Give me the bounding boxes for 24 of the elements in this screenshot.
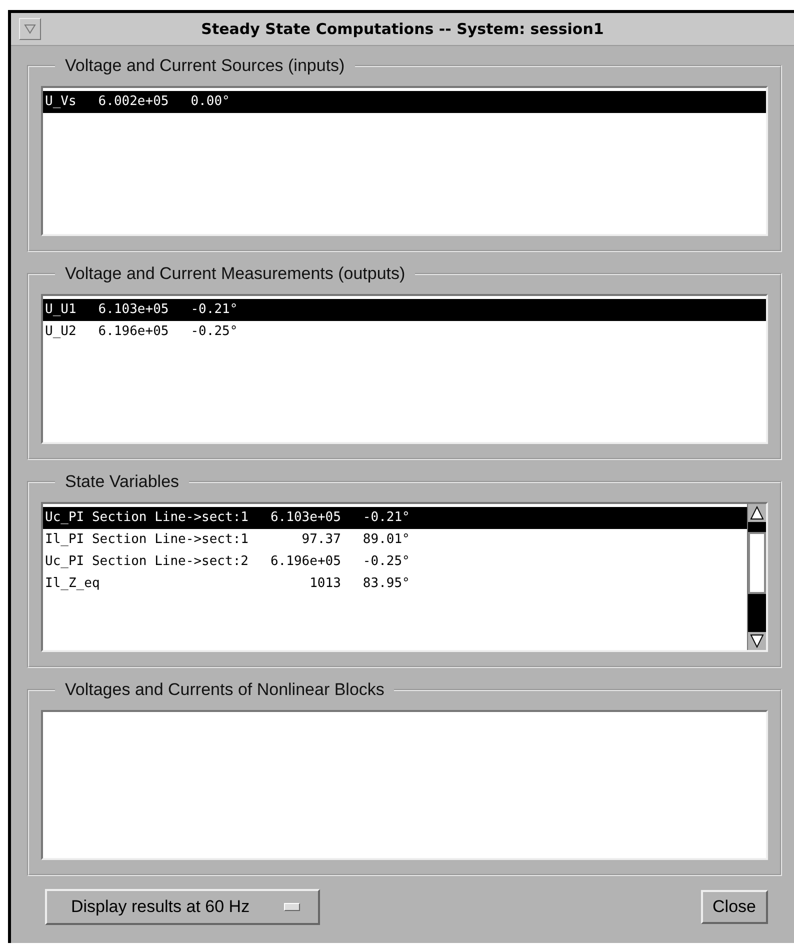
list-item[interactable]: Uc_PI Section Line->sect:2 6.196e+05 -0.25° bbox=[43, 551, 747, 573]
list-item[interactable]: Il_Z_eq 1013 83.95° bbox=[43, 573, 747, 595]
list-item[interactable]: Uc_PI Section Line->sect:1 6.103e+05 -0.21° bbox=[43, 507, 747, 529]
up-arrow-icon[interactable] bbox=[749, 505, 765, 521]
list-item[interactable]: U_U1 6.103e+05 -0.21° bbox=[43, 299, 766, 321]
list-item[interactable]: U_Vs 6.002e+05 0.00° bbox=[43, 91, 766, 113]
frequency-dropdown[interactable]: Display results at 60 Hz bbox=[45, 889, 320, 925]
list-item[interactable]: U_U2 6.196e+05 -0.25° bbox=[43, 321, 766, 343]
scrollbar[interactable] bbox=[747, 504, 766, 650]
window-menu-button[interactable] bbox=[19, 18, 41, 40]
window-title: Steady State Computations -- System: session1 bbox=[200, 20, 605, 38]
list-box[interactable]: U_Vs 6.002e+05 0.00° bbox=[41, 86, 768, 236]
group-title: Voltages and Currents of Nonlinear Blocks bbox=[65, 680, 384, 699]
group-title: Voltage and Current Measurements (outputs) bbox=[65, 264, 406, 283]
group-title: State Variables bbox=[65, 472, 180, 491]
list-item[interactable]: Il_PI Section Line->sect:1 97.37 89.01° bbox=[43, 529, 747, 551]
list-box[interactable]: U_U1 6.103e+05 -0.21° U_U2 6.196e+05 -0.25° bbox=[41, 294, 768, 444]
close-button[interactable]: Close bbox=[700, 890, 768, 924]
group-title: Voltage and Current Sources (inputs) bbox=[65, 56, 345, 75]
option-menu-icon bbox=[284, 903, 300, 911]
caret-icon bbox=[24, 24, 36, 34]
list-box[interactable]: Uc_PI Section Line->sect:1 6.103e+05 -0.21° Il_PI Section Line->sect:1 97.37 89.01° Uc_PI Section Line->sect:2 6.196e+05 -0.25° Il_Z_eq 1013 83.95° bbox=[41, 502, 768, 652]
scroll-thumb[interactable] bbox=[748, 532, 766, 594]
down-arrow-icon[interactable] bbox=[749, 633, 765, 649]
